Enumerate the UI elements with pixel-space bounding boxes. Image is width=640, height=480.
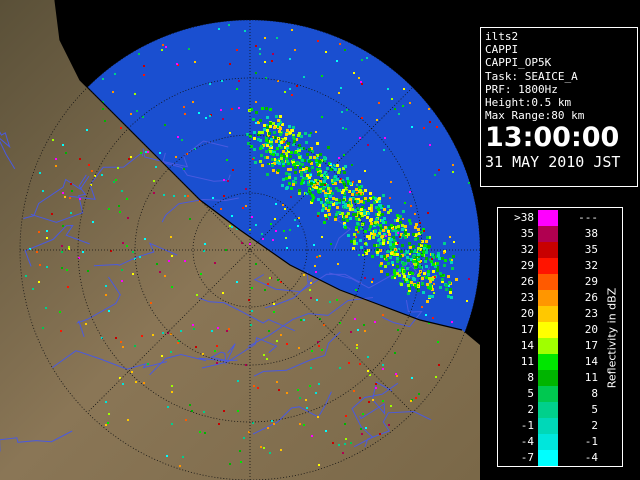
legend-low-value: 11: [520, 355, 534, 368]
legend-row: >38 ---: [498, 210, 598, 227]
legend-swatch: [538, 402, 558, 419]
legend-low-value: -7: [520, 451, 534, 464]
legend-swatch: [538, 322, 558, 339]
legend-row: -7 -4: [498, 450, 598, 467]
height-label: Height:0.5 km: [485, 96, 572, 110]
legend-swatch: [538, 226, 558, 243]
legend-high-value: 26: [584, 291, 598, 304]
legend-low-value: 2: [527, 403, 534, 416]
legend-swatch: [538, 434, 558, 451]
legend-unit: Reflectivity in dBZ: [602, 210, 622, 466]
legend-swatch: [538, 338, 558, 355]
legend-high-value: 8: [591, 387, 598, 400]
legend-row: 35 38: [498, 226, 598, 243]
legend-low-value: >38: [514, 211, 534, 224]
product-name: CAPPI: [485, 43, 519, 57]
max-range-label: Max Range:80 km: [485, 109, 585, 123]
legend-high-value: -4: [584, 451, 598, 464]
legend-row: 58: [498, 386, 598, 403]
legend-high-value: 2: [591, 419, 598, 432]
legend-row: -4 -1: [498, 434, 598, 451]
legend-row: 29 32: [498, 258, 598, 275]
legend-row: 8 11: [498, 370, 598, 387]
legend-low-value: 35: [520, 227, 534, 240]
legend-low-value: 23: [520, 291, 534, 304]
radar-map[interactable]: [0, 0, 480, 480]
legend-swatch: [538, 418, 558, 435]
legend-high-value: ---: [578, 211, 598, 224]
legend-low-value: 5: [527, 387, 534, 400]
legend-low-value: 29: [520, 259, 534, 272]
legend-high-value: 14: [584, 355, 598, 368]
prf-label: PRF: 1800Hz: [485, 82, 558, 96]
task-label: Task: SEAICE_A: [485, 69, 578, 83]
legend-row: 32 35: [498, 242, 598, 259]
legend-low-value: 26: [520, 275, 534, 288]
legend-swatch: [538, 354, 558, 371]
legend-high-value: 5: [591, 403, 598, 416]
legend-swatch: [538, 242, 558, 259]
legend-low-value: 17: [520, 323, 534, 336]
legend-low-value: 14: [520, 339, 534, 352]
legend-high-value: 23: [584, 307, 598, 320]
legend-row: 20 23: [498, 306, 598, 323]
site-name: ilts2: [485, 30, 519, 43]
legend-row: 25: [498, 402, 598, 419]
legend-swatch: [538, 290, 558, 307]
legend-high-value: 38: [584, 227, 598, 240]
legend-swatch: [538, 370, 558, 387]
legend-high-value: 11: [584, 371, 598, 384]
legend-swatch: [538, 210, 558, 227]
legend-high-value: 17: [584, 339, 598, 352]
legend-low-value: 20: [520, 307, 534, 320]
legend-swatch: [538, 450, 558, 467]
legend-high-value: 29: [584, 275, 598, 288]
legend-low-value: 8: [527, 371, 534, 384]
observation-time: 13:00:00: [485, 122, 620, 154]
color-legend: >38 --- 35 38 32 35 29 32 26 29 23 26 20 23 17 20 14 17 11…: [497, 207, 623, 467]
legend-row: 17 20: [498, 322, 598, 339]
legend-row: 23 26: [498, 290, 598, 307]
legend-high-value: 32: [584, 259, 598, 272]
info-panel: ilts2 CAPPI CAPPI_OP5K Task: SEAICE_A PR…: [480, 27, 638, 187]
legend-swatch: [538, 274, 558, 291]
legend-row: 14 17: [498, 338, 598, 355]
legend-row: 26 29: [498, 274, 598, 291]
product-id: CAPPI_OP5K: [485, 56, 552, 70]
legend-high-value: 20: [584, 323, 598, 336]
legend-low-value: 32: [520, 243, 534, 256]
legend-row: -1 2: [498, 418, 598, 435]
legend-low-value: -1: [520, 419, 534, 432]
legend-swatch: [538, 258, 558, 275]
legend-swatch: [538, 306, 558, 323]
legend-high-value: -1: [584, 435, 598, 448]
legend-high-value: 35: [584, 243, 598, 256]
legend-low-value: -4: [520, 435, 534, 448]
legend-row: 11 14: [498, 354, 598, 371]
observation-date: 31 MAY 2010 JST: [485, 153, 621, 172]
legend-swatch: [538, 386, 558, 403]
legend-unit-label: Reflectivity in dBZ: [605, 287, 619, 389]
